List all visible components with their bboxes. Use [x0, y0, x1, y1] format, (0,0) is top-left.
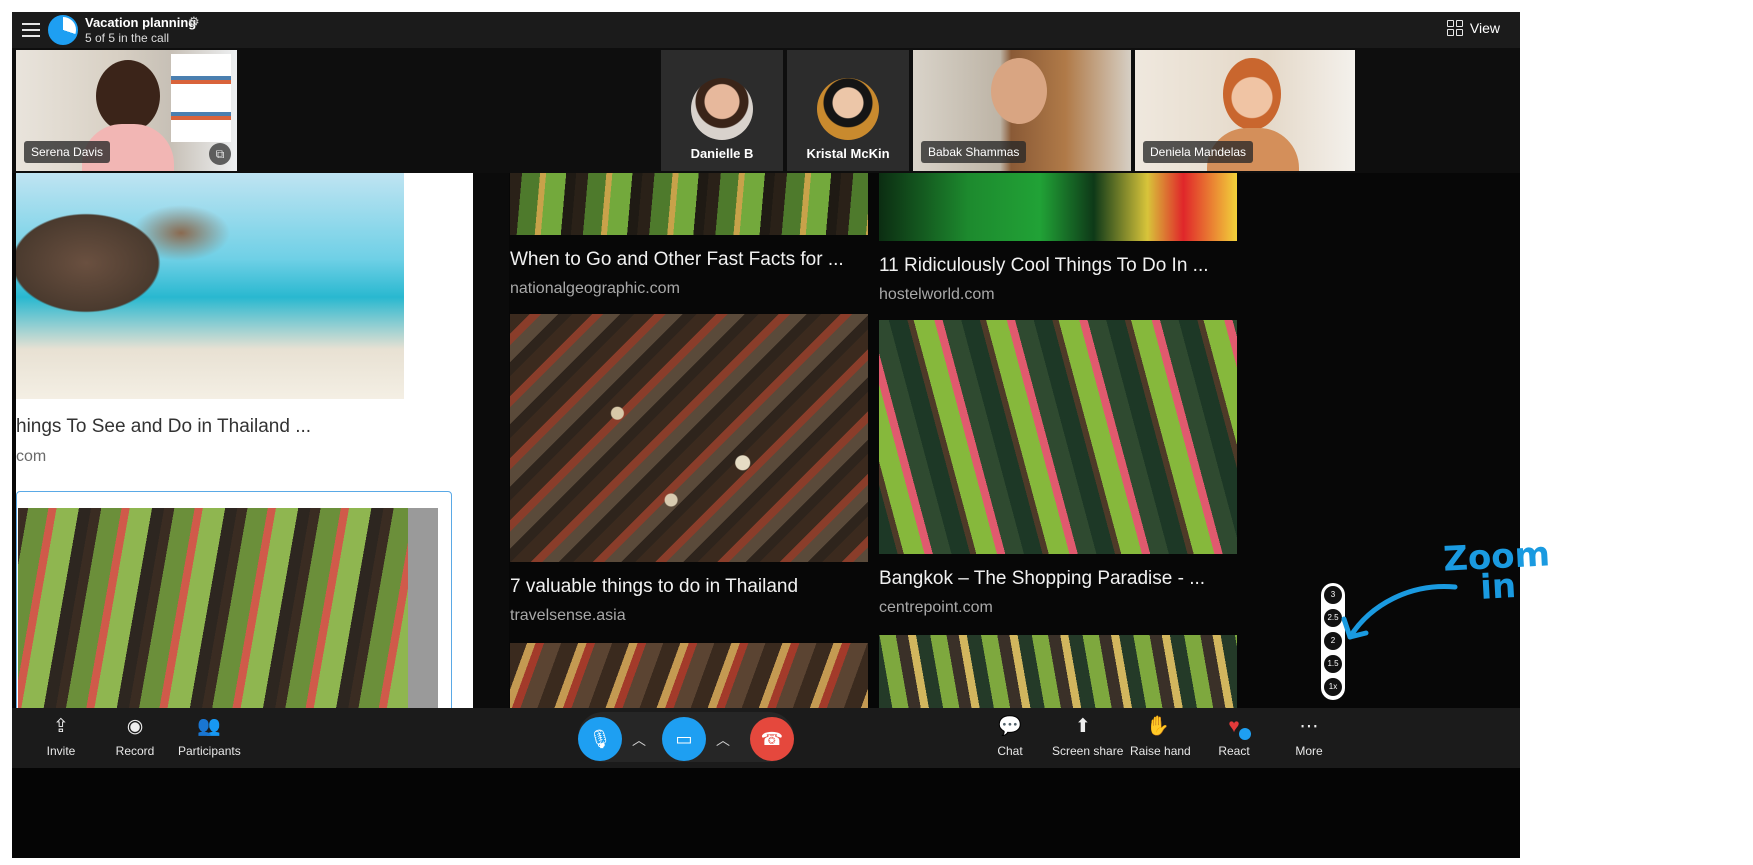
image-result-card[interactable] [510, 643, 868, 708]
camera-icon: ▭ [675, 729, 693, 749]
record-label: Record [115, 744, 155, 758]
participant-photo [96, 60, 160, 132]
result-image [879, 320, 1237, 554]
top-bar: Vacation planning ⚙ 5 of 5 in the call V… [12, 12, 1520, 48]
menu-icon[interactable] [22, 23, 40, 37]
more-dots-icon: ⋯ [1299, 716, 1319, 737]
result-image [510, 314, 868, 562]
result-image [510, 173, 868, 235]
participant-name: Serena Davis [24, 141, 111, 163]
participant-tile[interactable]: Danielle B [661, 50, 783, 171]
chevron-up-icon[interactable]: ︿ [632, 730, 646, 750]
grid-view-icon [1446, 20, 1463, 36]
result-image [879, 635, 1237, 708]
record-button[interactable]: ◉ Record [114, 714, 156, 758]
gear-icon[interactable]: ⚙ [188, 14, 200, 30]
result-title[interactable]: hings To See and Do in Thailand ... [16, 416, 311, 438]
result-image [879, 173, 1237, 241]
react-label: React [1218, 744, 1250, 758]
call-window: Vacation planning ⚙ 5 of 5 in the call V… [12, 12, 1520, 858]
result-source: travelsense.asia [510, 607, 626, 624]
participants-label: Participants [178, 744, 241, 758]
screen-share-button[interactable]: ⬆ Screen share [1052, 714, 1124, 758]
microphone-icon: 🎙 [588, 729, 612, 749]
call-title: Vacation planning [85, 15, 197, 30]
participant-video-tile[interactable]: Deniela Mandelas [1135, 50, 1355, 171]
result-title: 11 Ridiculously Cool Things To Do In ... [879, 255, 1209, 276]
participant-name: Kristal McKin [806, 146, 890, 161]
image-result-card[interactable]: Bangkok – The Shopping Paradise - ... ce… [879, 320, 1237, 617]
shared-left-pane: hings To See and Do in Thailand ... com [16, 173, 473, 708]
image-result-card[interactable]: 11 Ridiculously Cool Things To Do In ...… [879, 173, 1237, 304]
participant-tile[interactable]: Kristal McKin [787, 50, 909, 171]
result-title: 7 valuable things to do in Thailand [510, 576, 799, 597]
record-icon: ◉ [126, 716, 144, 737]
result-title: When to Go and Other Fast Facts for ... [510, 249, 844, 270]
image-result-card[interactable]: 7 valuable things to do in Thailand trav… [510, 314, 868, 625]
bookshelf [171, 54, 231, 142]
result-source: com [16, 448, 47, 465]
screen-share-icon: ⬆ [1075, 716, 1091, 737]
people-icon: 👥 [197, 716, 221, 737]
result-source: hostelworld.com [879, 286, 995, 303]
participant-name: Danielle B [690, 146, 754, 161]
participant-strip: Serena Davis ⧉ Danielle B Kristal McKin … [12, 48, 1520, 173]
result-title: Bangkok – The Shopping Paradise - ... [879, 568, 1206, 589]
shared-screen: hings To See and Do in Thailand ... com … [12, 173, 1520, 708]
avatar [817, 78, 879, 140]
hand-icon: ✋ [1146, 716, 1170, 737]
view-button[interactable]: View [1446, 20, 1500, 36]
more-button[interactable]: ⋯ More [1293, 714, 1325, 758]
group-avatar[interactable] [48, 15, 78, 45]
divider [473, 173, 509, 708]
pen-icon [1239, 728, 1251, 740]
beach-image [16, 173, 404, 399]
invite-label: Invite [46, 744, 76, 758]
participant-photo [1223, 58, 1281, 130]
chat-bubble-icon: 💬 [998, 716, 1022, 737]
react-button[interactable]: ♥ React [1217, 714, 1251, 758]
call-toolbar: ⇪ Invite ◉ Record 👥 Participants 🎙 ︿ ▭ ︿… [12, 708, 1520, 768]
image-result-card[interactable]: When to Go and Other Fast Facts for ... … [510, 173, 868, 298]
participant-name: Deniela Mandelas [1143, 141, 1254, 163]
microphone-button[interactable]: 🎙 [578, 717, 622, 761]
participant-photo [991, 58, 1047, 124]
popout-icon[interactable]: ⧉ [209, 143, 231, 165]
hang-up-button[interactable]: ☎ [750, 717, 794, 761]
result-image [510, 643, 868, 708]
zoom-step-1x[interactable]: 1x [1324, 678, 1342, 696]
self-video-tile[interactable]: Serena Davis ⧉ [16, 50, 237, 171]
market-image[interactable] [18, 508, 408, 708]
zoom-in-annotation: Zoom in [1442, 534, 1553, 608]
screen-share-label: Screen share [1052, 744, 1124, 758]
image-edge [408, 508, 438, 708]
result-source: nationalgeographic.com [510, 280, 680, 297]
raise-hand-label: Raise hand [1130, 744, 1191, 758]
participant-video-tile[interactable]: Babak Shammas [913, 50, 1131, 171]
phone-hangup-icon: ☎ [760, 729, 784, 749]
raise-hand-button[interactable]: ✋ Raise hand [1130, 714, 1191, 758]
view-label: View [1469, 20, 1500, 36]
share-up-icon: ⇪ [53, 716, 69, 737]
result-source: centrepoint.com [879, 599, 993, 616]
chat-label: Chat [997, 744, 1023, 758]
avatar [691, 78, 753, 140]
chat-button[interactable]: 💬 Chat [995, 714, 1025, 758]
image-result-card[interactable] [879, 635, 1237, 708]
heart-icon: ♥ [1217, 714, 1251, 740]
annotation-arrow-icon [1341, 584, 1458, 640]
participant-name: Babak Shammas [921, 141, 1027, 163]
chevron-up-icon[interactable]: ︿ [716, 730, 730, 750]
zoom-step-1-5[interactable]: 1.5 [1324, 655, 1342, 673]
invite-button[interactable]: ⇪ Invite [42, 714, 80, 758]
more-label: More [1295, 744, 1323, 758]
camera-button[interactable]: ▭ [662, 717, 706, 761]
participants-button[interactable]: 👥 Participants [178, 714, 241, 758]
participant-count: 5 of 5 in the call [85, 31, 170, 45]
